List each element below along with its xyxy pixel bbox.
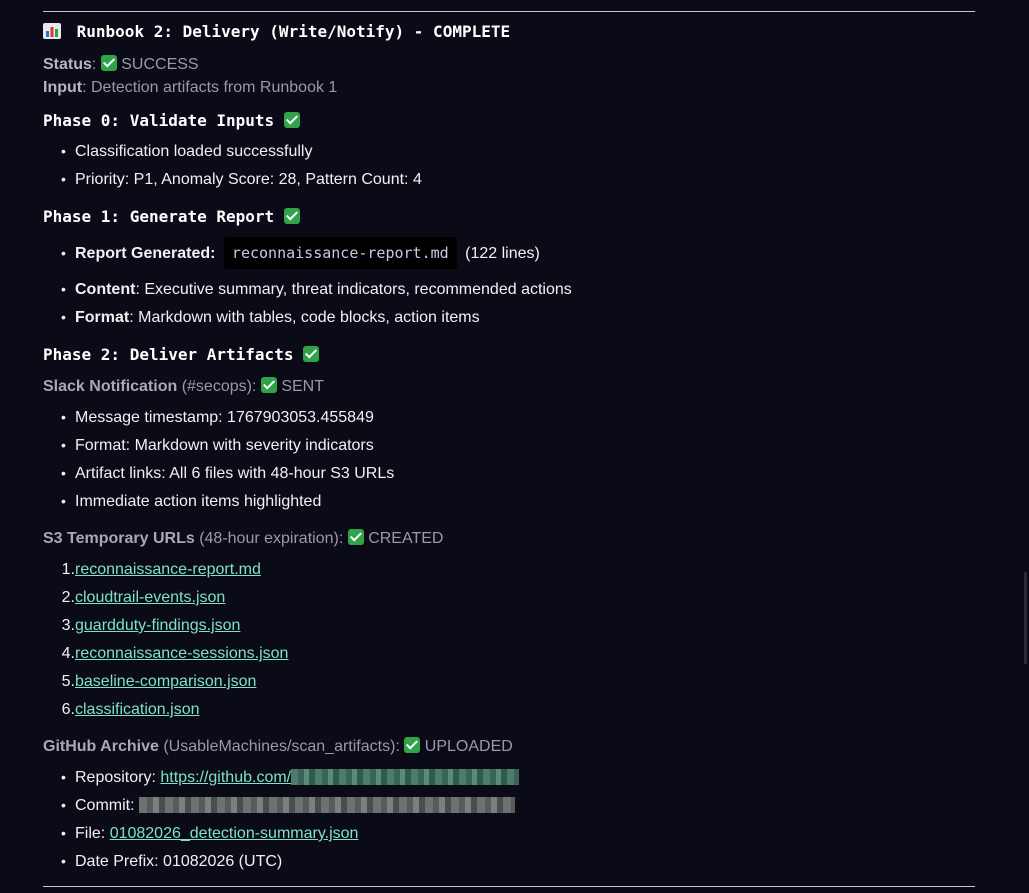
list-item-text: Format: Markdown with severity indicator…	[75, 437, 374, 454]
slack-detail: (#secops):	[181, 378, 257, 395]
list-item: 1. reconnaissance-report.md	[61, 561, 261, 578]
s3-file-link[interactable]: baseline-comparison.json	[75, 673, 256, 690]
list-item: Message timestamp: 1767903053.455849	[43, 409, 374, 427]
bottom-divider	[43, 886, 975, 887]
list-item: File: 01082026_detection-summary.json	[43, 825, 358, 843]
phase1-heading-text: Phase 1: Generate Report	[43, 207, 275, 226]
commit-label: Commit:	[75, 797, 135, 814]
s3-file-link[interactable]: classification.json	[75, 701, 200, 718]
slack-label: Slack Notification	[43, 378, 178, 395]
check-mark-icon	[100, 55, 117, 71]
status-value: SUCCESS	[121, 56, 199, 73]
list-item-text: Message timestamp: 1767903053.455849	[75, 409, 374, 426]
list-item-label: Format	[75, 309, 130, 326]
runbook-title: Runbook 2: Delivery (Write/Notify) - COM…	[43, 22, 510, 41]
redacted-block	[139, 797, 516, 813]
github-detail: (UsableMachines/scan_artifacts):	[163, 738, 400, 755]
list-item: 6. classification.json	[61, 701, 200, 718]
check-mark-icon	[404, 737, 421, 753]
slack-status: SENT	[281, 378, 324, 395]
scrollbar[interactable]	[1024, 572, 1027, 664]
phase2-heading: Phase 2: Deliver Artifacts	[43, 345, 320, 364]
github-file-link[interactable]: 01082026_detection-summary.json	[110, 825, 359, 842]
redacted-block	[291, 769, 520, 785]
phase1-heading: Phase 1: Generate Report	[43, 207, 300, 226]
check-mark-icon	[283, 112, 300, 128]
repository-label: Repository:	[75, 769, 156, 786]
s3-section-heading: S3 Temporary URLs (48-hour expiration): …	[43, 529, 443, 548]
phase2-heading-text: Phase 2: Deliver Artifacts	[43, 345, 294, 364]
input-line: Input: Detection artifacts from Runbook …	[43, 79, 338, 96]
list-item: Date Prefix: 01082026 (UTC)	[43, 853, 282, 871]
list-item: Priority: P1, Anomaly Score: 28, Pattern…	[43, 171, 422, 189]
status-line: Status: SUCCESS	[43, 55, 199, 73]
file-label: File:	[75, 825, 106, 842]
slack-section-heading: Slack Notification (#secops): SENT	[43, 377, 324, 396]
s3-file-link[interactable]: reconnaissance-report.md	[75, 561, 261, 578]
report-filename-code: reconnaissance-report.md	[223, 237, 457, 269]
phase0-heading-text: Phase 0: Validate Inputs	[43, 111, 275, 130]
s3-detail: (48-hour expiration):	[199, 530, 344, 547]
bar-chart-icon	[43, 23, 61, 39]
list-item: Report Generated: reconnaissance-report.…	[43, 237, 540, 269]
s3-file-link[interactable]: reconnaissance-sessions.json	[75, 645, 288, 662]
check-mark-icon	[347, 529, 364, 545]
github-label: GitHub Archive	[43, 738, 159, 755]
list-item-label: Report Generated	[75, 245, 211, 262]
s3-file-link[interactable]: cloudtrail-events.json	[75, 589, 225, 606]
title-text: Runbook 2: Delivery (Write/Notify) - COM…	[76, 22, 511, 41]
list-item: Format: Markdown with severity indicator…	[43, 437, 374, 455]
list-item-label: Content	[75, 281, 136, 298]
s3-file-link[interactable]: guardduty-findings.json	[75, 617, 240, 634]
date-prefix-value: 01082026 (UTC)	[163, 853, 283, 870]
s3-label: S3 Temporary URLs	[43, 530, 195, 547]
list-item-text: Priority: P1, Anomaly Score: 28, Pattern…	[75, 171, 422, 188]
status-label: Status	[43, 56, 92, 73]
phase0-heading: Phase 0: Validate Inputs	[43, 111, 300, 130]
list-item: 4. reconnaissance-sessions.json	[61, 645, 289, 662]
s3-status: CREATED	[368, 530, 444, 547]
github-status: UPLOADED	[424, 738, 513, 755]
list-item: Artifact links: All 6 files with 48-hour…	[43, 465, 394, 483]
list-item: Repository: https://github.com/	[43, 769, 520, 787]
date-prefix-label: Date Prefix:	[75, 853, 159, 870]
repository-link[interactable]: https://github.com/	[160, 769, 291, 786]
check-mark-icon	[303, 346, 320, 362]
list-item: 3. guardduty-findings.json	[61, 617, 241, 634]
github-section-heading: GitHub Archive (UsableMachines/scan_arti…	[43, 737, 513, 756]
list-item: Classification loaded successfully	[43, 143, 312, 161]
list-item: Immediate action items highlighted	[43, 493, 321, 511]
list-item-text: Classification loaded successfully	[75, 143, 313, 160]
input-label: Input	[43, 79, 83, 96]
list-item-text: : Executive summary, threat indicators, …	[135, 281, 572, 298]
check-mark-icon	[283, 208, 300, 224]
list-item: 2. cloudtrail-events.json	[61, 589, 226, 606]
list-item: Commit:	[43, 797, 516, 815]
check-mark-icon	[260, 377, 277, 393]
list-item-text: : Markdown with tables, code blocks, act…	[129, 309, 480, 326]
list-item: 5. baseline-comparison.json	[61, 673, 257, 690]
input-value: Detection artifacts from Runbook 1	[90, 79, 338, 96]
top-divider	[43, 11, 975, 12]
list-item-text: Artifact links: All 6 files with 48-hour…	[75, 465, 395, 482]
list-item-text: Immediate action items highlighted	[75, 493, 322, 510]
list-item: Format: Markdown with tables, code block…	[43, 309, 480, 327]
list-item-text: (122 lines)	[465, 245, 540, 262]
list-item: Content: Executive summary, threat indic…	[43, 281, 572, 299]
